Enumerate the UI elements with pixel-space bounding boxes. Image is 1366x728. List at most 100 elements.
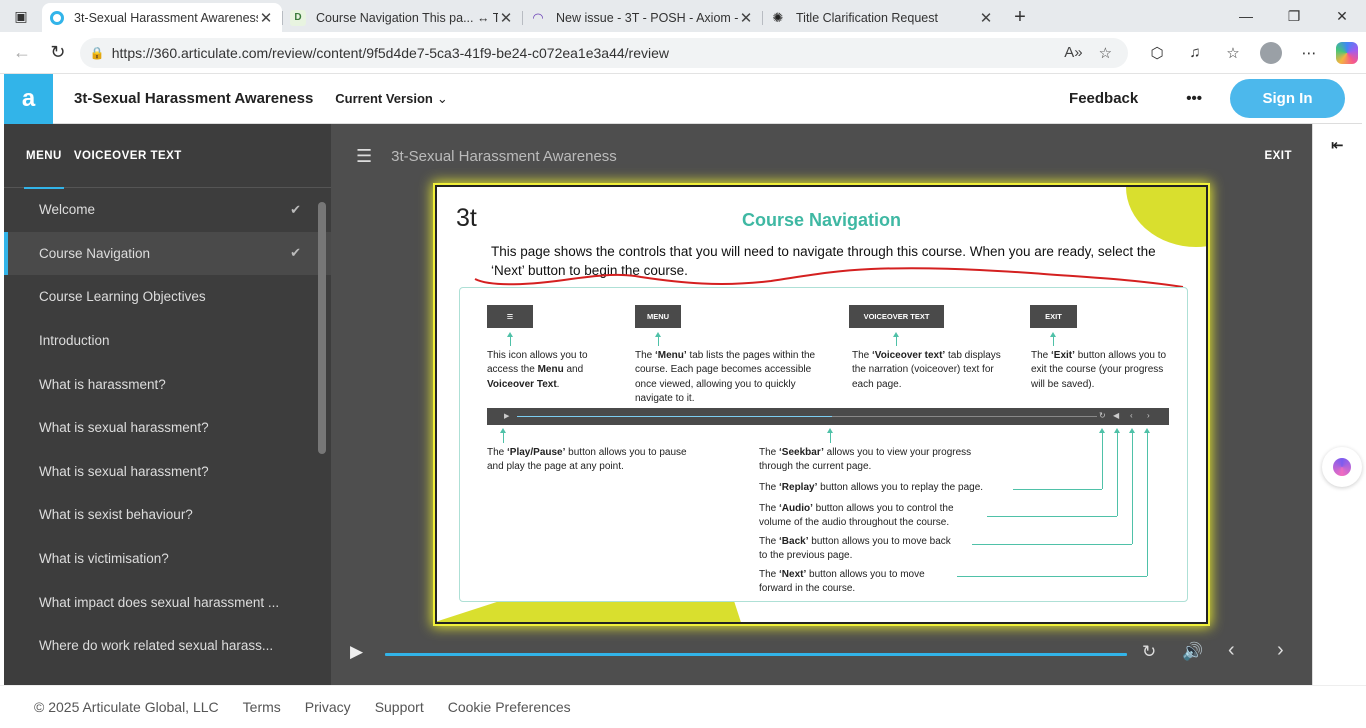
footer-link-terms[interactable]: Terms [243, 699, 281, 715]
site-info-icon[interactable]: 🔒 [90, 46, 112, 60]
favorites-icon[interactable]: ☆ [1214, 44, 1252, 62]
sidebar-scrollbar[interactable] [318, 202, 326, 454]
guide-hamburger-button: ≡ [487, 305, 533, 328]
chevron-down-icon: ⌄ [436, 90, 448, 106]
minimize-icon[interactable]: — [1222, 0, 1270, 32]
sidebar-item[interactable]: What is harassment? [4, 362, 331, 406]
tab-voiceover-text[interactable]: VOICEOVER TEXT [74, 124, 182, 188]
guide-exit-button: EXIT [1030, 305, 1077, 328]
url-text[interactable]: https://360.articulate.com/review/conten… [112, 45, 1064, 61]
close-tab-icon[interactable]: ✕ [978, 9, 994, 27]
close-tab-icon[interactable]: ✕ [258, 9, 274, 27]
guide-next-desc: The ‘Next’ button allows you to move for… [759, 569, 925, 595]
play-icon[interactable]: ▶ [350, 642, 363, 662]
close-tab-icon[interactable]: ✕ [498, 9, 514, 27]
guide-arrow-replay [1099, 428, 1105, 489]
menu-list: Welcome ✔ Course Navigation ✔ Course Learnin… [4, 188, 331, 668]
restore-icon[interactable]: ❐ [1270, 0, 1318, 32]
guide-line [972, 544, 1132, 545]
sidebar-item[interactable]: Where do work related sexual harass... [4, 624, 331, 668]
back-arrow-icon[interactable]: ← [4, 42, 40, 63]
course-title: 3t-Sexual Harassment Awareness [74, 90, 314, 107]
axiom-icon: ◠ [532, 9, 544, 25]
player-title: 3t-Sexual Harassment Awareness [391, 147, 617, 165]
copilot-icon[interactable] [1328, 41, 1366, 64]
guide-arrow-back [1129, 428, 1135, 544]
sign-in-button[interactable]: Sign In [1230, 79, 1345, 118]
guide-next-icon: › [1147, 411, 1150, 420]
player-header: ☰ 3t-Sexual Harassment Awareness EXIT [331, 124, 1312, 188]
sidebar-item-label: Welcome [39, 202, 96, 218]
sidebar-tabs: MENU VOICEOVER TEXT [4, 124, 331, 189]
close-window-icon[interactable]: ✕ [1318, 0, 1366, 32]
feedback-button[interactable]: Feedback [1069, 90, 1138, 107]
exit-button[interactable]: EXIT [1264, 150, 1292, 162]
course-player: ☰ 3t-Sexual Harassment Awareness EXIT 3t… [331, 124, 1312, 685]
sidebar-item[interactable]: What impact does sexual harassment ... [4, 580, 331, 624]
browser-tab-doc[interactable]: D Course Navigation This pa... ↔ The ✕ [282, 3, 522, 32]
sidebar-item-label: Introduction [39, 333, 110, 349]
guide-replay-icon: ↻ [1099, 411, 1106, 420]
footer-link-privacy[interactable]: Privacy [305, 699, 351, 715]
course-sidebar: MENU VOICEOVER TEXT Welcome ✔ Course Navig… [4, 124, 331, 685]
right-rail: ⇤ [1312, 124, 1362, 685]
doc-icon: D [290, 9, 306, 26]
sidebar-item[interactable]: What is sexist behaviour? [4, 493, 331, 537]
guide-audio-icon: ◀ [1113, 411, 1120, 420]
footer-link-support[interactable]: Support [375, 699, 424, 715]
browser-toolbar: ← ↻ 🔒 https://360.articulate.com/review/… [0, 32, 1366, 74]
checkmark-icon: ✔ [290, 245, 301, 261]
tab-actions-icon[interactable]: ▣ [0, 0, 42, 32]
browser-tab-chatgpt[interactable]: ✺ Title Clarification Request ✕ [762, 3, 1002, 32]
slide-canvas: 3t Course Navigation This page shows the… [435, 185, 1208, 624]
seekbar[interactable] [385, 653, 1127, 656]
more-options-button[interactable]: ••• [1186, 90, 1202, 107]
sidebar-item[interactable]: What is sexual harassment? [4, 406, 331, 450]
hamburger-menu-icon[interactable]: ☰ [356, 146, 372, 167]
sidebar-item[interactable]: Welcome ✔ [4, 188, 331, 232]
guide-play-icon: ▶ [504, 413, 510, 420]
sidebar-item-label: Course Learning Objectives [39, 289, 206, 305]
guide-seekbar-fill [517, 416, 832, 417]
sidebar-item[interactable]: Introduction [4, 319, 331, 363]
profile-avatar[interactable] [1252, 41, 1290, 64]
more-menu-icon[interactable]: ⋯ [1290, 44, 1328, 62]
red-annotation-underline [474, 267, 1184, 287]
sidebar-item[interactable]: Course Navigation ✔ [4, 231, 331, 276]
collapse-panel-icon[interactable]: ⇤ [1331, 136, 1344, 154]
close-tab-icon[interactable]: ✕ [738, 9, 754, 27]
footer-link-cookie-preferences[interactable]: Cookie Preferences [448, 699, 571, 715]
guide-voiceover-desc: The ‘Voiceover text’ tab displays the na… [852, 350, 1001, 390]
edge-sidebar-icon[interactable] [1322, 447, 1362, 487]
sidebar-item-label: What is sexual harassment? [39, 420, 209, 436]
extensions-icon[interactable]: ⬡ [1138, 44, 1176, 62]
guide-exit-desc: The ‘Exit’ button allows you to exit the… [1031, 350, 1167, 390]
tab-menu[interactable]: MENU [24, 124, 64, 189]
media-icon[interactable]: ♫ [1176, 44, 1214, 61]
volume-icon[interactable]: 🔊 [1182, 642, 1203, 662]
version-dropdown[interactable]: Current Version ⌄ [335, 91, 447, 107]
sidebar-item[interactable]: Course Learning Objectives [4, 275, 331, 319]
sidebar-item[interactable]: What is victimisation? [4, 537, 331, 581]
sidebar-item[interactable]: What is sexual harassment? [4, 450, 331, 494]
guide-line [1013, 489, 1102, 490]
slide-title: Course Navigation [741, 210, 902, 230]
replay-icon[interactable]: ↻ [1142, 642, 1156, 662]
favorite-star-icon[interactable]: ☆ [1099, 44, 1112, 62]
guide-voiceover-button: VOICEOVER TEXT [849, 305, 944, 328]
sidebar-item-label: What is sexual harassment? [39, 463, 209, 479]
refresh-icon[interactable]: ↻ [40, 42, 76, 63]
read-aloud-icon[interactable]: A» [1064, 44, 1082, 62]
address-bar[interactable]: 🔒 https://360.articulate.com/review/cont… [79, 37, 1129, 68]
guide-audio-desc: The ‘Audio’ button allows you to control… [759, 503, 954, 529]
sidebar-item-label: What is sexist behaviour? [39, 507, 193, 523]
new-tab-button[interactable]: + [1002, 2, 1038, 32]
next-chevron-icon[interactable]: › [1277, 639, 1284, 662]
guide-replay-desc: The ‘Replay’ button allows you to replay… [759, 482, 984, 493]
guide-icon-desc: This icon allows you to access the Menu … [487, 350, 588, 390]
guide-play-desc: The ‘Play/Pause’ button allows you to pa… [487, 447, 687, 473]
browser-tab-axiom[interactable]: ◠ New issue - 3T - POSH - Axiom - A ✕ [522, 3, 762, 32]
back-chevron-icon[interactable]: ‹ [1228, 639, 1235, 662]
articulate-logo[interactable]: a [4, 73, 53, 124]
browser-tab-articulate[interactable]: 3t-Sexual Harassment Awareness ✕ [42, 3, 282, 32]
